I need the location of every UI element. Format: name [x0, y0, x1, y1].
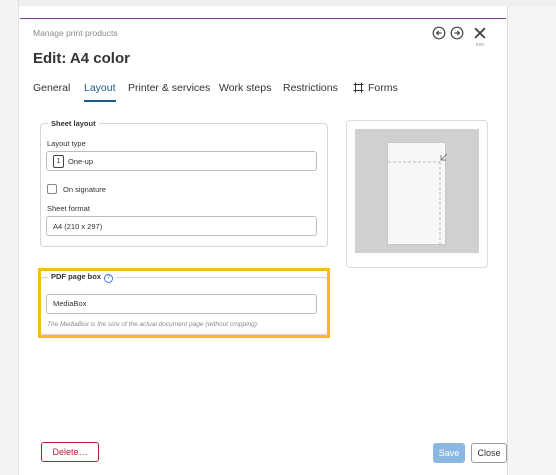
tab-layout[interactable]: Layout	[84, 78, 116, 102]
tab-work-steps[interactable]: Work steps	[219, 78, 271, 102]
previous-button[interactable]	[432, 26, 446, 40]
tab-restrictions[interactable]: Restrictions	[283, 78, 338, 102]
tab-printer-services[interactable]: Printer & services	[128, 78, 210, 102]
close-button[interactable]: Close	[471, 443, 507, 463]
tab-forms[interactable]: Forms	[353, 78, 398, 102]
layout-type-value: One-up	[68, 156, 94, 166]
dialog-subtitle: Manage print products	[33, 28, 118, 38]
tab-forms-label: Forms	[368, 82, 398, 94]
close-icon: ✕	[472, 23, 488, 45]
next-button[interactable]	[450, 26, 464, 40]
preview-canvas	[355, 129, 479, 253]
edit-dialog: Manage print products Edit: A4 color ✕ e…	[20, 19, 507, 475]
sheet-format-label: Sheet format	[47, 204, 90, 213]
sheet-layout-legend: Sheet layout	[51, 119, 96, 128]
layout-type-select[interactable]: 1 One-up	[46, 151, 317, 171]
layout-type-badge: 1	[53, 154, 64, 168]
save-button[interactable]: Save	[433, 443, 465, 463]
on-signature-row: On signature	[47, 184, 106, 194]
on-signature-label: On signature	[63, 184, 106, 194]
sheet-format-value: A4 (210 x 297)	[53, 221, 103, 231]
window-top-strip	[0, 0, 556, 6]
delete-button[interactable]: Delete…	[41, 442, 99, 462]
tab-general[interactable]: General	[33, 78, 70, 102]
highlight-box	[38, 268, 330, 338]
arrow-right-circle-icon	[450, 26, 464, 40]
layout-preview	[346, 120, 488, 268]
dialog-title: Edit: A4 color	[33, 50, 130, 67]
left-background-panel	[0, 0, 19, 475]
layout-type-label: Layout type	[47, 139, 86, 148]
forms-icon	[353, 82, 364, 93]
preview-page	[387, 142, 447, 246]
right-background-panel	[507, 6, 556, 475]
arrow-left-circle-icon	[432, 26, 446, 40]
esc-hint: esc	[475, 42, 485, 48]
on-signature-checkbox[interactable]	[47, 184, 57, 194]
preview-guides	[388, 153, 447, 246]
close-dialog-button[interactable]: ✕ esc	[471, 23, 489, 52]
sheet-format-select[interactable]: A4 (210 x 297)	[46, 216, 317, 236]
sheet-layout-group: Sheet layout Layout type 1 One-up On sig…	[40, 119, 328, 247]
